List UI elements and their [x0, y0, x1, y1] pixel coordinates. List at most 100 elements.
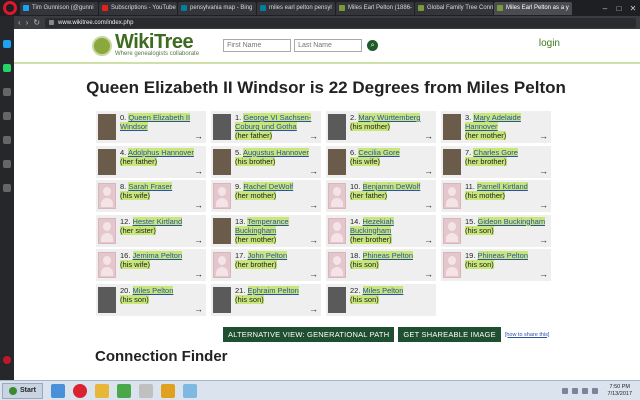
next-arrow-icon: →	[539, 131, 548, 141]
person-name-link[interactable]: Mary Adelaide Hannover	[465, 113, 521, 131]
person-photo[interactable]	[328, 148, 346, 175]
whatsapp-icon[interactable]	[3, 64, 11, 72]
sunflower-icon[interactable]	[160, 383, 175, 398]
opera-icon[interactable]	[3, 356, 11, 364]
person-name-link[interactable]: Hester Kirtland	[132, 216, 183, 226]
person-photo[interactable]	[443, 148, 461, 175]
maximize-button[interactable]: □	[612, 4, 626, 13]
person-label: 19. Phineas Pelton (his son)	[465, 251, 549, 269]
person-name-link[interactable]: Sarah Fraser	[128, 182, 173, 191]
person-name-link[interactable]: Gideon Buckingham	[477, 216, 546, 226]
person-card: 9. Rachel DeWolf (her mother) →	[211, 180, 321, 212]
person-name-link[interactable]: George VI Sachsen-Coburg und Gotha	[235, 113, 312, 131]
person-name-link[interactable]: Phineas Pelton	[477, 251, 528, 260]
person-photo[interactable]	[213, 286, 231, 313]
person-name-link[interactable]: Mary Württemberg	[358, 113, 421, 122]
silhouette-avatar-icon[interactable]	[98, 217, 116, 244]
silhouette-avatar-icon[interactable]	[98, 252, 116, 278]
url-field[interactable]: www.wikitree.com/index.php	[45, 17, 636, 28]
volume-icon[interactable]	[581, 387, 588, 394]
tools-icon[interactable]	[138, 383, 153, 398]
browser-tab[interactable]: Subscriptions - YouTube	[99, 1, 177, 15]
close-button[interactable]: ✕	[626, 4, 640, 13]
last-name-input[interactable]	[294, 39, 363, 52]
next-arrow-icon: →	[539, 269, 548, 279]
person-photo[interactable]	[328, 114, 346, 140]
silhouette-avatar-icon[interactable]	[213, 252, 231, 278]
silhouette-avatar-icon[interactable]	[443, 217, 461, 244]
photo-viewer-icon[interactable]	[182, 383, 197, 398]
person-photo[interactable]	[213, 217, 231, 244]
person-name-link[interactable]: Queen Elizabeth II Windsor	[120, 113, 191, 131]
tray-arrow-icon[interactable]	[561, 387, 568, 394]
person-name-link[interactable]: Augustus Hannover	[242, 147, 309, 157]
silhouette-avatar-icon[interactable]	[213, 183, 231, 209]
next-arrow-icon: →	[539, 165, 548, 176]
silhouette-avatar-icon[interactable]	[328, 252, 346, 278]
network-icon[interactable]	[571, 387, 578, 394]
person-photo[interactable]	[98, 114, 116, 140]
silhouette-avatar-icon[interactable]	[443, 183, 461, 209]
shareable-image-button[interactable]: GET SHAREABLE IMAGE	[398, 327, 501, 342]
wikitree-logo[interactable]: WikiTree Where genealogists collaborate	[92, 32, 199, 58]
browser-tab[interactable]: Global Family Tree Conn	[415, 1, 493, 15]
tab-label: Subscriptions - YouTube	[111, 5, 176, 11]
silhouette-avatar-icon[interactable]	[443, 252, 461, 278]
person-name-link[interactable]: Parnell Kirtland	[476, 182, 528, 191]
silhouette-avatar-icon[interactable]	[328, 217, 346, 244]
clock[interactable]: 7:50 PM 7/13/2017	[608, 384, 632, 398]
search-icon[interactable]: ⌕	[367, 40, 379, 51]
login-link[interactable]: login	[539, 38, 560, 49]
person-name-link[interactable]: Jemima Pelton	[132, 251, 183, 260]
person-name-link[interactable]: Ephraim Pelton	[247, 285, 299, 295]
person-name-link[interactable]: Miles Pelton	[362, 285, 404, 295]
person-photo[interactable]	[443, 114, 461, 140]
bookmarks-icon[interactable]	[3, 112, 11, 120]
alternative-view-button[interactable]: ALTERNATIVE VIEW: GENERATIONAL PATH	[223, 327, 395, 342]
extensions-icon[interactable]	[3, 184, 11, 192]
messenger-icon[interactable]	[3, 40, 11, 48]
minimize-button[interactable]: –	[598, 4, 612, 13]
person-card: 3. Mary Adelaide Hannover (her mother) →	[441, 111, 551, 143]
flag-icon[interactable]	[591, 387, 598, 394]
person-name-link[interactable]: Rachel DeWolf	[243, 182, 294, 191]
person-photo[interactable]	[98, 286, 116, 313]
ie-icon[interactable]	[50, 383, 65, 398]
browser-tab[interactable]: pensylvania map - Bing	[178, 1, 256, 15]
person-name-link[interactable]: Benjamin DeWolf	[362, 182, 421, 191]
person-card: 20. Miles Pelton (his son) →	[96, 283, 206, 316]
history-icon[interactable]	[3, 160, 11, 168]
opera-menu-icon[interactable]	[3, 1, 17, 15]
person-name-link[interactable]: Cecilia Gore	[358, 147, 400, 157]
browser-tab[interactable]: Miles Earl Pelton (1886-	[336, 1, 414, 15]
silhouette-avatar-icon[interactable]	[98, 183, 116, 209]
snapshot-icon[interactable]	[3, 136, 11, 144]
person-photo[interactable]	[213, 114, 231, 140]
person-photo[interactable]	[328, 286, 346, 313]
media-icon[interactable]	[116, 383, 131, 398]
next-arrow-icon: →	[424, 131, 433, 141]
browser-tab[interactable]: miles earl pelton pensyl	[257, 1, 335, 15]
reload-icon[interactable]: ↻	[33, 18, 40, 27]
person-photo[interactable]	[213, 148, 231, 175]
person-photo[interactable]	[98, 148, 116, 175]
person-name-link[interactable]: Phineas Pelton	[362, 251, 413, 260]
how-to-share-link[interactable]: [how to share this]	[505, 332, 550, 338]
url-text: www.wikitree.com/index.php	[58, 19, 134, 26]
opera-taskbar-icon[interactable]	[72, 383, 87, 398]
silhouette-avatar-icon[interactable]	[328, 183, 346, 209]
person-name-link[interactable]: Charles Gore	[473, 147, 518, 157]
folder-icon[interactable]	[94, 383, 109, 398]
browser-tab[interactable]: Tim Gunnison (@gunni	[20, 1, 98, 15]
start-button[interactable]: Start	[2, 382, 43, 399]
back-icon[interactable]: ‹	[18, 18, 21, 27]
browser-tab[interactable]: Miles Earl Pelton as a y	[494, 1, 572, 15]
person-name-link[interactable]: Miles Pelton	[132, 285, 174, 295]
person-name-link[interactable]: John Pelton	[247, 251, 288, 260]
next-arrow-icon: →	[309, 131, 318, 141]
next-arrow-icon: →	[424, 234, 433, 245]
speed-dial-icon[interactable]	[3, 88, 11, 96]
first-name-input[interactable]	[223, 39, 292, 52]
person-name-link[interactable]: Adolphus Hannover	[127, 147, 194, 157]
forward-icon[interactable]: ›	[26, 18, 29, 27]
